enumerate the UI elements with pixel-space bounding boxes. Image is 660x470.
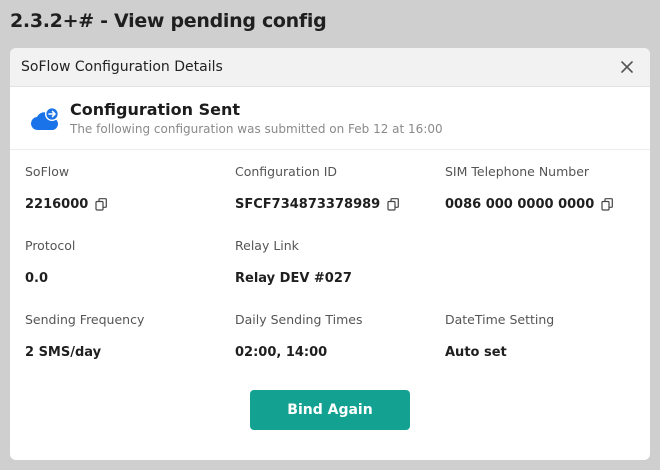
- modal-header: SoFlow Configuration Details: [10, 48, 650, 87]
- field-daily-sending-times: Daily Sending Times 02:00, 14:00: [235, 312, 435, 360]
- copy-icon[interactable]: [387, 198, 400, 211]
- protocol-value: 0.0: [25, 271, 49, 286]
- field-datetime-setting: DateTime Setting Auto set: [445, 312, 645, 360]
- datetime-setting-value: Auto set: [445, 345, 507, 360]
- close-icon[interactable]: [618, 58, 636, 76]
- field-configuration-id: Configuration ID SFCF734873378989: [235, 164, 435, 212]
- field-label: SIM Telephone Number: [445, 164, 590, 179]
- page-title: 2.3.2+# - View pending config: [10, 10, 327, 32]
- banner-title: Configuration Sent: [70, 100, 241, 119]
- configuration-id-value: SFCF734873378989: [235, 197, 381, 212]
- field-value: 0086 000 0000 0000: [445, 197, 645, 212]
- cloud-upload-icon: [30, 103, 62, 135]
- copy-icon[interactable]: [601, 198, 614, 211]
- field-protocol: Protocol 0.0: [25, 238, 225, 286]
- field-value: SFCF734873378989: [235, 197, 435, 212]
- field-soflow: SoFlow 2216000: [25, 164, 225, 212]
- field-sim-number: SIM Telephone Number 0086 000 0000 0000: [445, 164, 645, 212]
- field-relay-link: Relay Link Relay DEV #027: [235, 238, 435, 286]
- field-label: Protocol: [25, 238, 76, 253]
- soflow-value: 2216000: [25, 197, 89, 212]
- daily-sending-times-value: 02:00, 14:00: [235, 345, 328, 360]
- field-label: Relay Link: [235, 238, 299, 253]
- banner-text: Configuration Sent The following configu…: [70, 100, 443, 136]
- sending-frequency-value: 2 SMS/day: [25, 345, 102, 360]
- bind-again-button[interactable]: Bind Again: [250, 390, 410, 430]
- modal-title: SoFlow Configuration Details: [21, 59, 223, 75]
- field-label: Configuration ID: [235, 164, 338, 179]
- field-label: DateTime Setting: [445, 312, 555, 327]
- copy-icon[interactable]: [95, 198, 108, 211]
- relay-link-value: Relay DEV #027: [235, 271, 352, 286]
- field-label: Daily Sending Times: [235, 312, 363, 327]
- config-details-modal: SoFlow Configuration Details Configurati…: [10, 48, 650, 460]
- field-value: 2216000: [25, 197, 225, 212]
- banner-subtitle: The following configuration was submitte…: [70, 122, 443, 136]
- status-banner: Configuration Sent The following configu…: [10, 87, 650, 150]
- sim-number-value: 0086 000 0000 0000: [445, 197, 595, 212]
- field-label: Sending Frequency: [25, 312, 145, 327]
- field-label: SoFlow: [25, 164, 70, 179]
- field-sending-frequency: Sending Frequency 2 SMS/day: [25, 312, 225, 360]
